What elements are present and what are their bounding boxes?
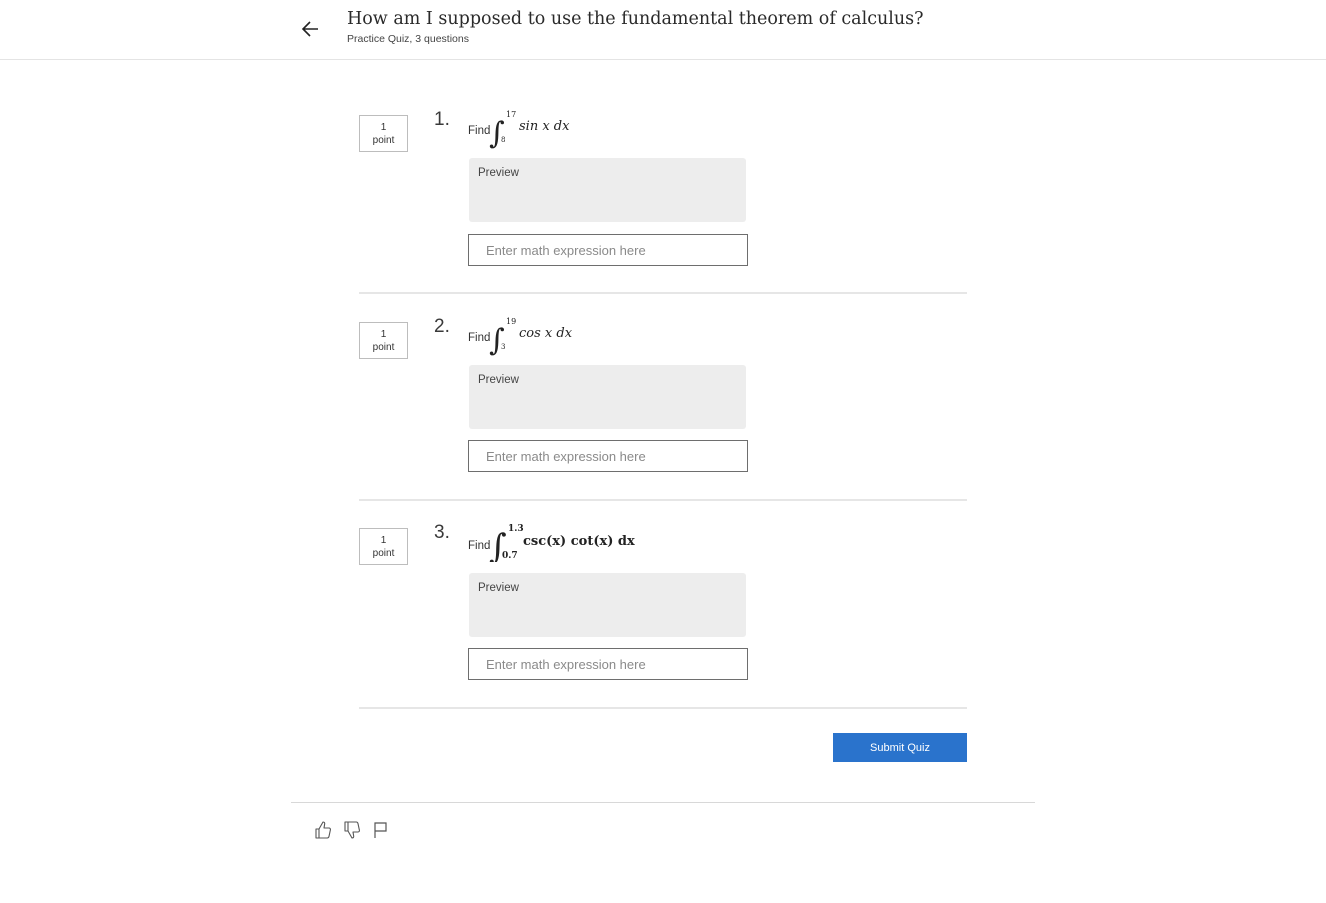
points-badge: 1 point	[359, 528, 408, 565]
points-badge: 1 point	[359, 115, 408, 152]
question-number: 3.	[434, 522, 450, 543]
question-find-label: Find	[468, 332, 491, 344]
integrand: csc(x) cot(x) dx	[523, 534, 635, 549]
integrand: sin x dx	[519, 119, 570, 134]
question-find-label: Find	[468, 540, 491, 552]
integral-sign: ∫	[489, 116, 505, 149]
dislike-button[interactable]	[343, 820, 361, 840]
quiz-header: How am I supposed to use the fundamental…	[0, 0, 1326, 60]
question-find-label: Find	[468, 125, 491, 137]
question-divider	[359, 707, 967, 709]
flag-button[interactable]	[372, 820, 390, 840]
page-title: How am I supposed to use the fundamental…	[347, 9, 924, 29]
preview-label: Preview	[478, 167, 519, 179]
answer-input[interactable]	[468, 648, 748, 680]
points-value: 1	[380, 122, 387, 133]
points-label: point	[372, 548, 395, 559]
integral-expression: ∫ 17 8 sin x dx	[489, 110, 570, 149]
preview-panel: Preview	[469, 158, 746, 222]
integral-lower-limit: 8	[501, 136, 505, 144]
points-value: 1	[380, 329, 387, 340]
preview-label: Preview	[478, 582, 519, 594]
integral-upper-limit: 19	[506, 317, 516, 326]
arrow-left-icon	[301, 21, 318, 37]
integral-lower-limit: 0.7	[502, 551, 518, 561]
preview-panel: Preview	[469, 365, 746, 429]
like-button[interactable]	[314, 820, 332, 840]
answer-input[interactable]	[468, 440, 748, 472]
page-subtitle: Practice Quiz, 3 questions	[347, 33, 469, 45]
integrand: cos x dx	[519, 326, 573, 341]
submit-quiz-button[interactable]: Submit Quiz	[833, 733, 967, 762]
integral-sign: ∫	[489, 323, 505, 356]
preview-panel: Preview	[469, 573, 746, 637]
preview-label: Preview	[478, 374, 519, 386]
answer-input[interactable]	[468, 234, 748, 266]
integral-upper-limit: 17	[506, 110, 516, 119]
points-value: 1	[380, 535, 387, 546]
thumbs-down-icon	[344, 821, 360, 839]
question-number: 2.	[434, 316, 450, 337]
points-badge: 1 point	[359, 322, 408, 359]
integral-expression: ∫ 1.3 0.7 csc(x) cot(x) dx	[489, 524, 635, 562]
footer-divider	[291, 802, 1035, 803]
question-divider	[359, 292, 967, 294]
flag-icon	[374, 822, 387, 838]
question-divider	[359, 499, 967, 501]
thumbs-up-icon	[315, 821, 331, 839]
back-button[interactable]	[299, 17, 323, 41]
question-number: 1.	[434, 109, 450, 130]
points-label: point	[372, 342, 395, 353]
integral-upper-limit: 1.3	[508, 524, 524, 534]
integral-lower-limit: 3	[501, 343, 505, 351]
integral-expression: ∫ 19 3 cos x dx	[489, 317, 573, 356]
points-label: point	[372, 135, 395, 146]
